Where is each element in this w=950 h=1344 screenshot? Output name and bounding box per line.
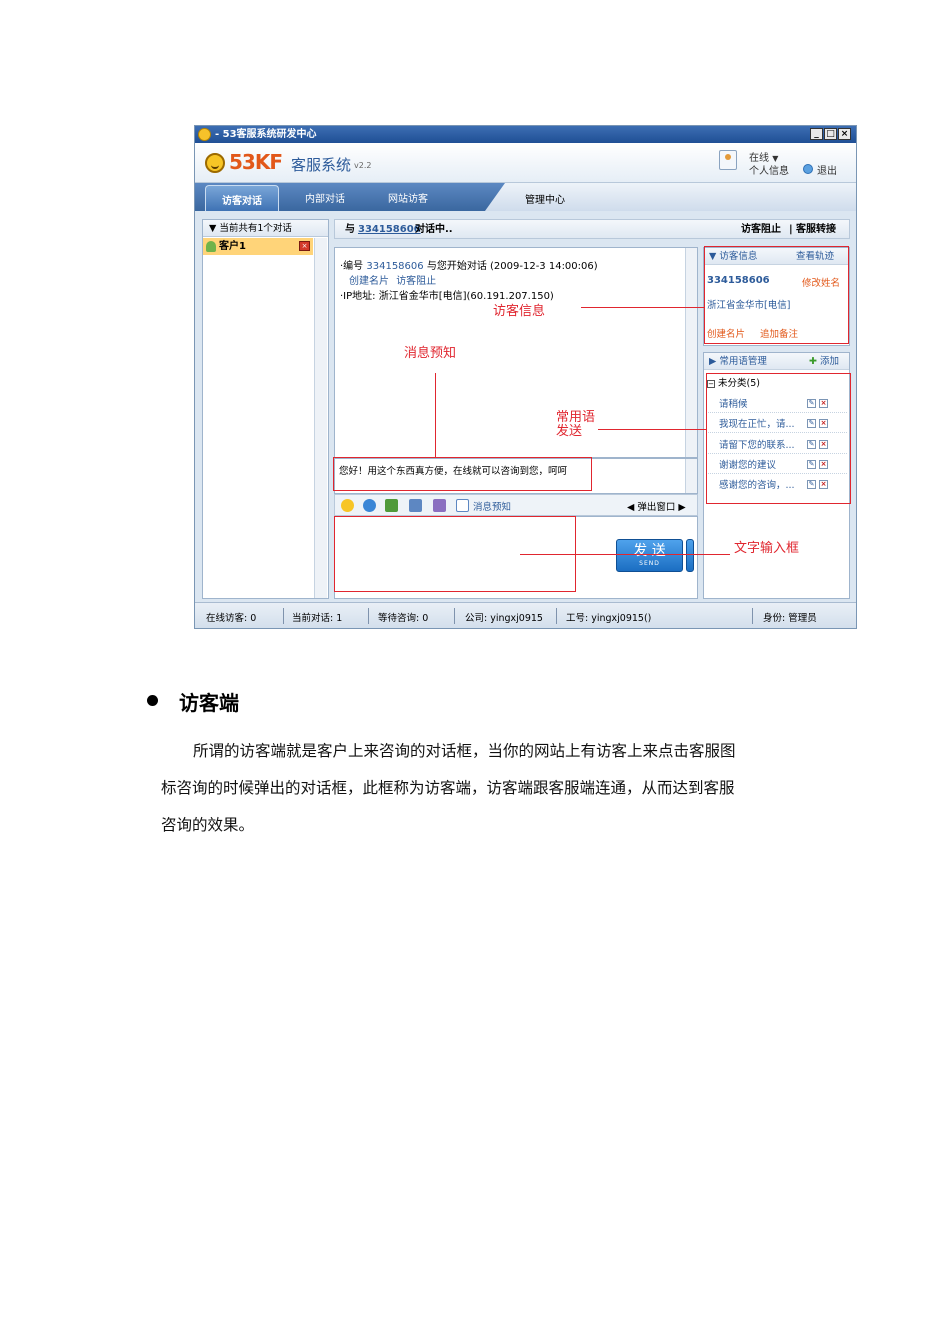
send-sublabel: SEND [639, 560, 660, 567]
user-role: 身份: 管理员 [763, 613, 817, 624]
message-preview-toggle[interactable]: 消息预知 [473, 499, 511, 513]
annotation-line [435, 373, 436, 457]
chat-line1-prefix: ·编号 [340, 261, 364, 272]
chat-line1-id: 334158606 [366, 261, 424, 272]
personal-info-link[interactable]: 个人信息 [749, 162, 789, 177]
chat-visitor-id[interactable]: 334158606 [358, 220, 421, 239]
bullet-icon [147, 695, 158, 706]
maximize-button[interactable]: □ [824, 128, 837, 140]
chat-header-prefix: 与 [345, 224, 355, 235]
paragraph-line-1: 所谓的访客端就是客户上来咨询的对话框，当你的网站上有访客上来点击客服图 [193, 742, 736, 760]
conversation-item[interactable]: 客户1 [203, 238, 313, 255]
phrases-header: ▶ 常用语管理 ✚ 添加 [704, 353, 849, 370]
visitor-info-highlight [704, 246, 849, 344]
tab-site-visitors[interactable]: 网站访客 [388, 190, 428, 205]
annotation-text-input: 文字输入框 [734, 541, 800, 556]
tab-visitor-chat[interactable]: 访客对话 [205, 185, 279, 211]
preview-highlight [333, 457, 592, 491]
add-phrase-link[interactable]: 添加 [820, 353, 839, 370]
paragraph-line-3: 咨询的效果。 [161, 816, 255, 834]
chat-toolbar: 消息预知 ◀ 弹出窗口 ▶ [334, 494, 698, 516]
chat-history: ·编号 334158606 与您开始对话 (2009-12-3 14:00:06… [334, 247, 698, 458]
online-visitors: 在线访客: 0 [206, 613, 257, 624]
logo-subtitle: 客服系统 [291, 156, 352, 174]
add-icon: ✚ [809, 356, 817, 367]
logo-version: v2.2 [354, 161, 372, 170]
chat-scrollbar[interactable] [685, 248, 697, 457]
preview-scrollbar[interactable] [685, 459, 697, 493]
status-bar: 在线访客: 0 当前对话: 1 等待咨询: 0 公司: yingxj0915 工… [195, 602, 856, 628]
image-icon[interactable] [385, 499, 398, 512]
section-heading: 访客端 [179, 691, 239, 715]
annotation-visitor-info: 访客信息 [493, 304, 546, 319]
tab-admin-label: 管理中心 [525, 195, 565, 206]
app-header: 53KF 客服系统 v2.2 在线 ▼ 个人信息 退出 [195, 143, 856, 183]
chat-header: 与 334158606 对话中.. 访客阻止 | 客服转接 [334, 219, 850, 239]
block-visitor-link[interactable]: 访客阻止 [741, 220, 781, 239]
main-tabs: 访客对话 内部对话 网站访客 管理中心 [195, 183, 856, 211]
chat-header-suffix: 对话中.. [415, 224, 453, 235]
worker-id: 工号: yingxj0915() [566, 613, 652, 624]
block-link[interactable]: 访客阻止 [396, 276, 436, 287]
phrases-highlight [706, 373, 851, 504]
conversation-list: ▼ 当前共有1个对话 客户1 × [202, 219, 329, 599]
conversation-name: 客户1 [219, 241, 246, 252]
waiting-count: 等待咨询: 0 [378, 613, 429, 624]
tab-internal-chat[interactable]: 内部对话 [305, 190, 345, 205]
browser-icon[interactable] [363, 499, 376, 512]
company-name: 公司: yingxj0915 [465, 613, 543, 624]
phrases-title: ▶ 常用语管理 [709, 356, 767, 367]
annotation-line [598, 429, 706, 430]
annotation-phrase-send: 常用语 发送 [556, 411, 595, 439]
annotation-phrase-line1: 常用语 [556, 410, 596, 425]
chat-links: 创建名片 访客阻止 [349, 272, 436, 287]
screenshot-icon[interactable] [409, 499, 422, 512]
file-icon[interactable] [433, 499, 446, 512]
minimize-button[interactable]: _ [810, 128, 823, 140]
send-button[interactable]: 发 送 SEND [616, 539, 683, 572]
create-card-link[interactable]: 创建名片 [349, 276, 389, 287]
conversation-count: ▼ 当前共有1个对话 [203, 220, 328, 237]
annotation-line [520, 554, 730, 555]
window-titlebar: - 53客服系统研发中心 _ □ × [195, 126, 856, 143]
avatar-icon[interactable] [719, 150, 737, 170]
logout-link[interactable]: 退出 [817, 162, 837, 177]
annotation-phrase-line2: 发送 [556, 424, 583, 439]
logo-smile-icon [205, 153, 225, 173]
popup-window-button[interactable]: ◀ 弹出窗口 ▶ [627, 499, 686, 513]
annotation-message-preview: 消息预知 [404, 346, 457, 361]
send-options-button[interactable] [686, 539, 694, 572]
list-scrollbar[interactable] [314, 238, 327, 598]
paragraph-line-2: 标咨询的时候弹出的对话框，此框称为访客端，访客端跟客服端连通，从而达到客服 [161, 779, 735, 797]
emoji-icon[interactable] [341, 499, 354, 512]
close-conversation-icon[interactable]: × [299, 241, 310, 251]
preview-icon[interactable] [456, 499, 469, 512]
window-title: - 53客服系统研发中心 [215, 129, 317, 140]
chat-line1-suffix: 与您开始对话 (2009-12-3 14:00:06) [426, 261, 598, 272]
close-button[interactable]: × [838, 128, 851, 140]
current-chats: 当前对话: 1 [292, 613, 343, 624]
tab-admin-center[interactable]: 管理中心 [485, 183, 856, 211]
send-label: 发 送 [633, 543, 666, 559]
transfer-link[interactable]: 客服转接 [796, 220, 836, 239]
annotation-line [581, 307, 705, 308]
chat-line-1: ·编号 334158606 与您开始对话 (2009-12-3 14:00:06… [340, 257, 598, 272]
logo-brand: 53KF [229, 150, 283, 174]
logout-icon [803, 164, 813, 174]
user-icon [206, 241, 216, 252]
app-smile-icon [198, 128, 211, 141]
